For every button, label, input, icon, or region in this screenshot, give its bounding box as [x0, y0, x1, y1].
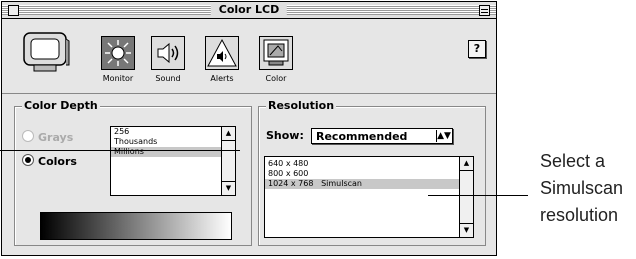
title-bar[interactable]: Color LCD — [2, 2, 496, 19]
color-depth-list[interactable]: 256 Thousands Millions ▲ ▼ — [110, 126, 236, 196]
grays-radio[interactable]: Grays — [22, 130, 73, 144]
right-callout-line — [428, 195, 528, 196]
popup-arrows-icon: ▲▼ — [436, 130, 451, 142]
toolbar: Monitor Sound Alerts Color ? — [2, 19, 496, 94]
alerts-label: Alerts — [210, 74, 234, 83]
alert-speaker-icon — [207, 38, 237, 67]
list-item-selected[interactable]: 1024 x 768 Simulscan — [265, 179, 473, 189]
list-item[interactable]: 800 x 600 — [265, 169, 473, 179]
window-title: Color LCD — [210, 3, 288, 17]
scroll-up-arrow[interactable]: ▲ — [222, 127, 235, 141]
color-button[interactable] — [259, 36, 293, 70]
left-callout-line — [0, 150, 240, 151]
show-label: Show: — [266, 129, 304, 142]
help-button[interactable]: ? — [468, 40, 486, 58]
resolution-scrollbar[interactable]: ▲ ▼ — [459, 157, 473, 237]
scroll-down-arrow[interactable]: ▼ — [222, 181, 235, 195]
alerts-button[interactable] — [205, 36, 239, 70]
speaker-icon — [157, 42, 179, 64]
close-box[interactable] — [8, 5, 19, 16]
scroll-down-arrow[interactable]: ▼ — [460, 223, 473, 237]
grayscale-preview-bar — [40, 212, 232, 240]
list-item[interactable]: 256 — [111, 127, 235, 137]
color-depth-label: Color Depth — [22, 99, 100, 112]
sound-label: Sound — [155, 74, 181, 83]
callout-text: Select a Simulscan resolution — [540, 151, 624, 225]
monitor-label: Monitor — [102, 74, 134, 83]
color-label: Color — [265, 74, 287, 83]
monitor-button[interactable] — [101, 36, 135, 70]
show-popup-menu[interactable]: Recommended ▲▼ — [311, 128, 453, 144]
control-panel-window: Color LCD Monitor Sound Alerts Color ? C… — [1, 1, 497, 256]
zoom-box[interactable] — [479, 5, 490, 16]
list-item-selected[interactable]: Millions — [111, 147, 235, 157]
list-item[interactable]: Thousands — [111, 137, 235, 147]
resolution-label: Resolution — [266, 99, 337, 112]
sound-button[interactable] — [151, 36, 185, 70]
resolution-list[interactable]: 640 x 480 800 x 600 1024 x 768 Simulscan… — [264, 156, 474, 238]
list-item[interactable]: 640 x 480 — [265, 159, 473, 169]
display-icon — [23, 32, 70, 72]
colors-radio[interactable]: Colors — [22, 154, 77, 168]
sun-icon — [105, 40, 131, 66]
color-monitor-icon — [263, 39, 289, 66]
scroll-up-arrow[interactable]: ▲ — [460, 157, 473, 171]
color-depth-scrollbar[interactable]: ▲ ▼ — [221, 127, 235, 195]
